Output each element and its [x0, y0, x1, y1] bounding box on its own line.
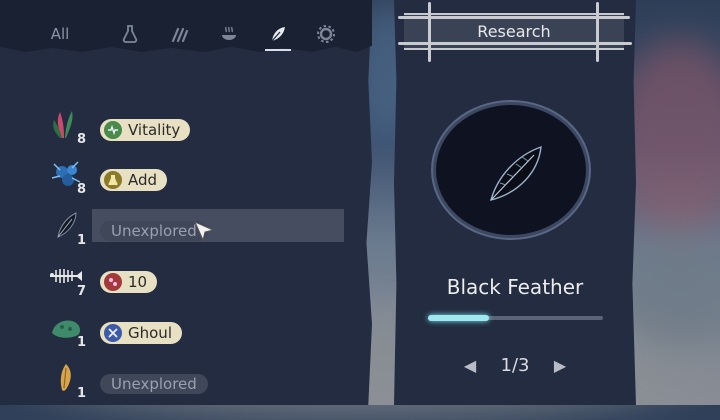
damage-icon — [104, 273, 122, 291]
pager: ◀ 1/3 ▶ — [460, 352, 570, 378]
item-portrait — [436, 105, 586, 235]
item-count: 8 — [77, 132, 87, 147]
effect-tag: Ghoul — [100, 322, 182, 344]
twig-frame-left — [428, 2, 431, 62]
vitality-icon — [104, 121, 122, 139]
prev-arrow-icon[interactable]: ◀ — [460, 356, 480, 375]
ingredient-row[interactable]: 8 Vitality — [40, 106, 350, 147]
ghoul-icon — [104, 324, 122, 342]
effect-tag-unexplored: Unexplored — [100, 374, 208, 394]
effect-label: 10 — [128, 273, 148, 291]
flask-icon[interactable] — [117, 20, 143, 48]
steaming-bowl-icon[interactable] — [216, 20, 242, 48]
ingredient-row[interactable]: 1 Ghoul — [40, 309, 350, 350]
effect-label: Vitality — [128, 121, 181, 139]
claw-icon[interactable] — [167, 20, 193, 48]
ingredient-row[interactable]: 8 Add — [40, 156, 350, 197]
item-count: 1 — [77, 335, 87, 350]
effect-tag-unexplored: Unexplored — [100, 221, 208, 241]
research-progress-fill — [428, 315, 490, 321]
item-count: 1 — [77, 386, 87, 401]
twig-frame-right — [596, 2, 599, 62]
tab-all[interactable]: All — [40, 20, 80, 48]
feather-leaf-icon[interactable] — [265, 20, 291, 48]
item-count: 8 — [77, 182, 87, 197]
black-feather-icon — [489, 145, 542, 201]
flask-icon — [104, 171, 122, 189]
gear-icon[interactable] — [313, 20, 339, 48]
ingredient-row[interactable]: 1 Unexplored — [40, 360, 350, 401]
effect-tag: 10 — [100, 271, 158, 293]
effect-tag: Vitality — [100, 119, 191, 141]
item-count: 7 — [77, 284, 87, 299]
next-arrow-icon[interactable]: ▶ — [550, 356, 570, 375]
active-tab-indicator — [265, 49, 291, 51]
item-name: Black Feather — [446, 275, 584, 299]
page-indicator: 1/3 — [500, 354, 530, 376]
ingredient-row[interactable]: 7 10 — [40, 258, 350, 299]
effect-tag: Add — [100, 169, 168, 191]
effect-label: Add — [128, 171, 158, 189]
research-progress-bar — [428, 315, 603, 321]
item-count: 1 — [77, 233, 87, 248]
cursor-icon — [194, 221, 215, 242]
effect-label: Ghoul — [128, 324, 172, 342]
